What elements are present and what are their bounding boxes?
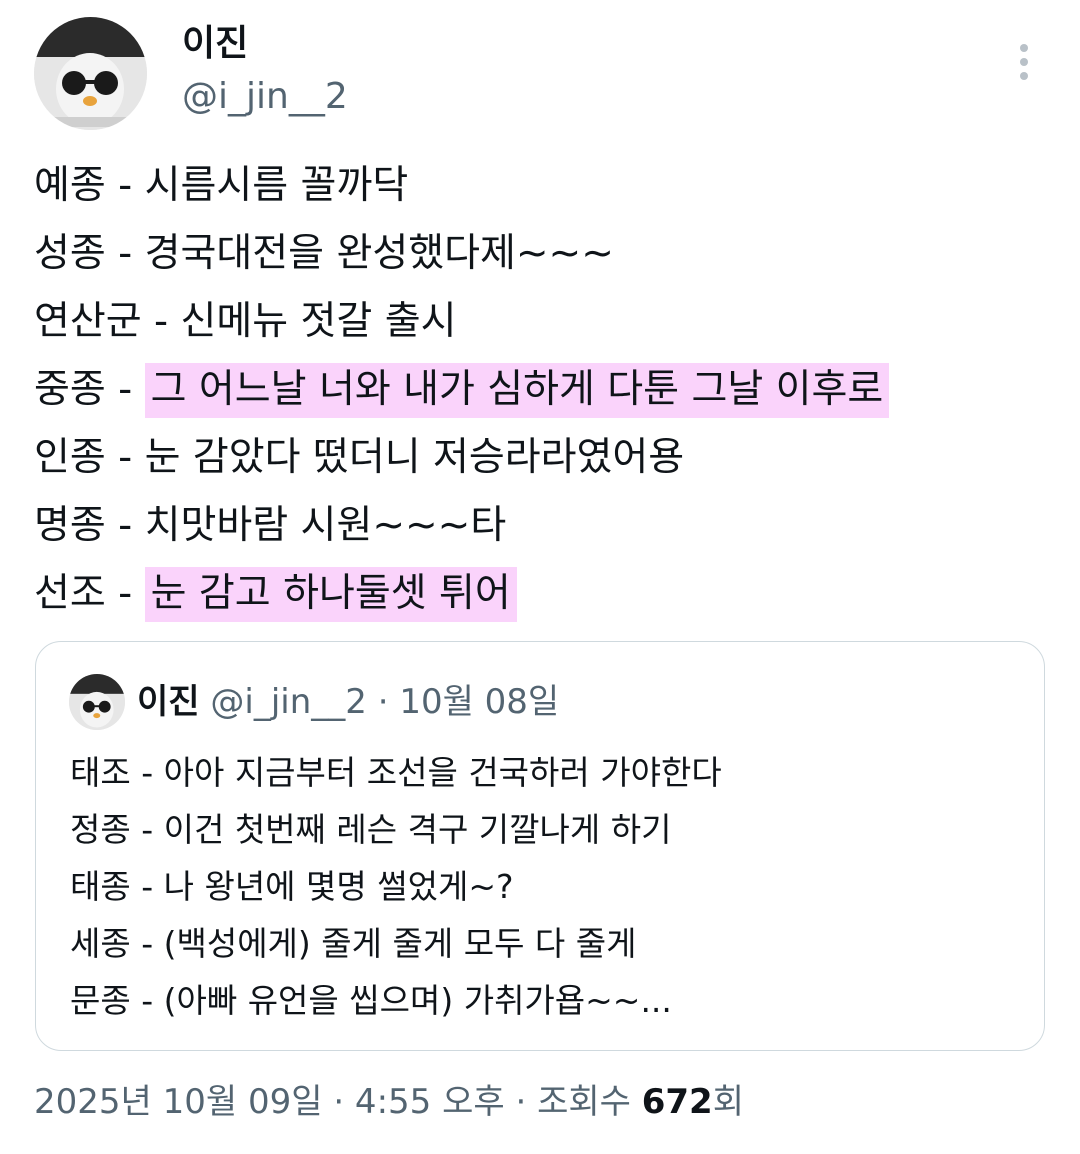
quote-text: 태조 - 아아 지금부터 조선을 건국하러 가야한다 정종 - 이건 첫번째 레… — [70, 744, 722, 1029]
tweet-line: 중종 - 그 어느날 너와 내가 심하게 다툰 그날 이후로 — [34, 356, 1054, 424]
highlighted-text: 눈 감고 하나둘셋 튀어 — [144, 567, 517, 622]
quote-line: 태조 - 아아 지금부터 조선을 건국하러 가야한다 — [70, 753, 722, 792]
quote-meta: @i_jin__2 · 10월 08일 — [210, 682, 560, 722]
more-vertical-icon[interactable] — [1004, 40, 1044, 84]
timestamp[interactable]: 2025년 10월 09일 · 4:55 오후 · 조회수 — [34, 1082, 642, 1122]
tweet-line: 선조 - 눈 감고 하나둘셋 튀어 — [34, 560, 1054, 628]
highlighted-text: 그 어느날 너와 내가 심하게 다툰 그날 이후로 — [144, 363, 890, 418]
tweet-text: 예종 - 시름시름 꼴까닥 성종 - 경국대전을 완성했다제~~~ 연산군 - … — [34, 152, 1054, 628]
quoted-tweet-card[interactable]: 이진 @i_jin__2 · 10월 08일 태조 - 아아 지금부터 조선을 … — [35, 641, 1045, 1051]
views-count: 672 — [641, 1082, 713, 1122]
quote-avatar[interactable] — [69, 674, 125, 730]
tweet-line: 성종 - 경국대전을 완성했다제~~~ — [34, 231, 614, 276]
avatar[interactable] — [34, 17, 147, 130]
quote-line: 태종 - 나 왕년에 몇명 썰었게~? — [70, 867, 514, 906]
author-display-name[interactable]: 이진 — [182, 20, 248, 68]
tweet-line: 예종 - 시름시름 꼴까닥 — [34, 163, 409, 208]
views-suffix: 회 — [712, 1082, 744, 1122]
tweet-line: 명종 - 치맛바람 시원~~~타 — [34, 503, 507, 548]
quote-display-name: 이진 — [137, 682, 200, 722]
quote-line: 정종 - 이건 첫번째 레슨 격구 기깔나게 하기 — [70, 810, 672, 849]
author-handle[interactable]: @i_jin__2 — [182, 74, 348, 120]
quote-line: 문종 - (아빠 유언을 씹으며) 가취가욥~~... — [70, 981, 672, 1020]
tweet-line: 연산군 - 신메뉴 젓갈 출시 — [34, 299, 457, 344]
tweet-line: 인종 - 눈 감았다 떴더니 저승라라였어용 — [34, 435, 685, 480]
quote-line: 세종 - (백성에게) 줄게 줄게 모두 다 줄게 — [70, 924, 637, 963]
tweet-metadata: 2025년 10월 09일 · 4:55 오후 · 조회수 672회 — [34, 1078, 744, 1126]
quote-header: 이진 @i_jin__2 · 10월 08일 — [137, 678, 559, 726]
